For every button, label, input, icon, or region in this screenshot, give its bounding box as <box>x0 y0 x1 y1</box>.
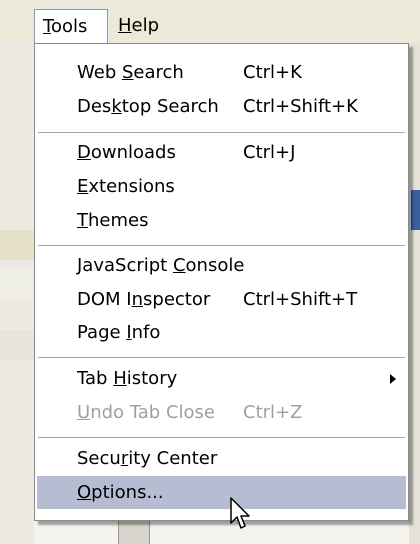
menu-item-tab-history[interactable]: Tab History <box>37 362 406 395</box>
menu-item-label: Options... <box>77 482 164 503</box>
menu-item-label: Tab History <box>77 368 178 389</box>
menu-item-options[interactable]: Options... <box>37 476 406 509</box>
menu-item-dom-inspector[interactable]: DOM Inspector Ctrl+Shift+T <box>37 283 406 316</box>
shortcut-label: Ctrl+Shift+T <box>243 289 358 310</box>
shortcut-label: Ctrl+Z <box>243 402 303 423</box>
menu-separator <box>38 437 405 438</box>
menu-item-label: Page Info <box>77 322 161 343</box>
menu-bar: Tools Help <box>0 0 420 44</box>
tools-dropdown-menu: Web Search Ctrl+K Desktop Search Ctrl+Sh… <box>34 43 409 521</box>
menu-item-label: Security Center <box>77 448 218 469</box>
menu-item-label: Downloads <box>77 142 176 163</box>
submenu-arrow-icon <box>390 374 396 384</box>
background-right-accent <box>411 190 420 230</box>
menu-item-label: Web Search <box>77 62 184 83</box>
menu-item-undo-tab-close: Undo Tab Close Ctrl+Z <box>37 396 406 429</box>
menubar-tools-label: Tools <box>43 16 88 37</box>
menu-item-themes[interactable]: Themes <box>37 204 406 237</box>
menu-item-label: Extensions <box>77 176 175 197</box>
menu-item-label: Desktop Search <box>77 96 219 117</box>
menu-item-security-center[interactable]: Security Center <box>37 442 406 475</box>
background-panel-1 <box>0 230 34 260</box>
menubar-help[interactable]: Help <box>110 9 176 43</box>
menubar-tools[interactable]: Tools <box>34 9 108 43</box>
menu-item-downloads[interactable]: Downloads Ctrl+J <box>37 136 406 169</box>
background-scrollbar <box>118 521 150 544</box>
menu-item-label: DOM Inspector <box>77 289 211 310</box>
menu-item-desktop-search[interactable]: Desktop Search Ctrl+Shift+K <box>37 90 406 123</box>
mouse-pointer-icon <box>230 497 250 529</box>
menu-separator <box>38 245 405 246</box>
background-panel-3 <box>0 330 34 360</box>
menu-item-web-search[interactable]: Web Search Ctrl+K <box>37 56 406 89</box>
menu-item-javascript-console[interactable]: JavaScript Console <box>37 249 406 282</box>
menu-separator <box>38 132 405 133</box>
menu-separator <box>38 357 405 358</box>
menu-item-label: JavaScript Console <box>77 255 245 276</box>
background-right-strip <box>409 44 420 544</box>
shortcut-label: Ctrl+Shift+K <box>243 96 358 117</box>
menu-item-extensions[interactable]: Extensions <box>37 170 406 203</box>
menu-item-label: Themes <box>77 210 149 231</box>
background-panel-2 <box>0 268 34 298</box>
menu-item-label: Undo Tab Close <box>77 402 215 423</box>
shortcut-label: Ctrl+J <box>243 142 296 163</box>
shortcut-label: Ctrl+K <box>243 62 302 83</box>
menubar-help-label: Help <box>118 15 160 36</box>
menu-item-page-info[interactable]: Page Info <box>37 316 406 349</box>
